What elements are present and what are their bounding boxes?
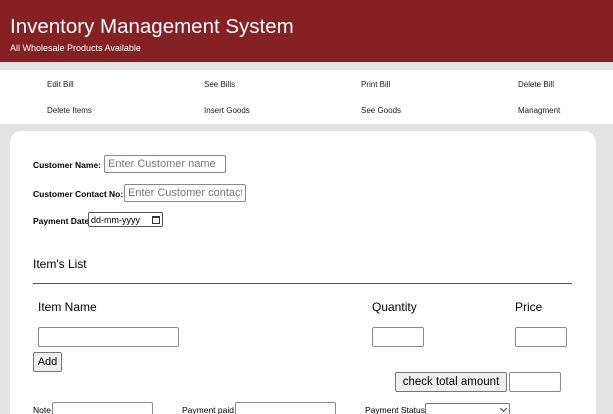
customer-name-label: Customer Name: xyxy=(33,160,102,170)
nav-insert-goods[interactable]: Insert Goods xyxy=(204,106,250,115)
payment-status-select[interactable] xyxy=(425,403,510,414)
note-input[interactable] xyxy=(52,402,153,414)
chevron-down-icon xyxy=(499,404,508,413)
total-amount-field[interactable] xyxy=(509,372,561,392)
app-subtitle: All Wholesale Products Available xyxy=(10,43,141,53)
payment-paid-input[interactable] xyxy=(235,402,336,414)
payment-date-label: Payment Date xyxy=(33,216,90,226)
customer-contact-input[interactable] xyxy=(124,184,246,202)
customer-contact-label: Customer Contact No: xyxy=(33,189,124,199)
col-price: Price xyxy=(515,300,543,314)
items-list-title: Item's List xyxy=(33,257,87,271)
payment-date-value: dd-mm-yyyy xyxy=(91,214,140,225)
payment-date-input[interactable]: dd-mm-yyyy xyxy=(88,212,163,227)
col-item-name: Item Name xyxy=(38,300,97,314)
quantity-input[interactable] xyxy=(372,327,424,347)
section-divider xyxy=(33,283,572,284)
nav-menu: Edit Bill See Bills Print Bill Delete Bi… xyxy=(0,70,613,124)
payment-status-label: Payment Status xyxy=(365,405,426,414)
nav-delete-bill[interactable]: Delete Bill xyxy=(518,80,554,89)
nav-print-bill[interactable]: Print Bill xyxy=(361,80,390,89)
check-total-button[interactable]: check total amount xyxy=(395,372,507,392)
payment-paid-label: Payment paid xyxy=(182,405,234,414)
app-title: Inventory Management System xyxy=(10,15,294,38)
customer-name-input[interactable] xyxy=(104,155,226,173)
item-name-input[interactable] xyxy=(38,327,179,347)
note-label: Note xyxy=(33,405,51,414)
nav-delete-items[interactable]: Delete Items xyxy=(47,106,92,115)
add-item-button[interactable]: Add xyxy=(33,352,62,372)
nav-see-bills[interactable]: See Bills xyxy=(204,80,235,89)
col-quantity: Quantity xyxy=(372,300,417,314)
price-input[interactable] xyxy=(515,327,567,347)
nav-see-goods[interactable]: See Goods xyxy=(361,106,401,115)
app-header: Inventory Management System All Wholesal… xyxy=(0,0,613,62)
nav-managment[interactable]: Managment xyxy=(518,106,560,115)
bill-form-card xyxy=(10,131,596,414)
calendar-icon[interactable] xyxy=(152,215,160,224)
nav-edit-bill[interactable]: Edit Bill xyxy=(47,80,74,89)
